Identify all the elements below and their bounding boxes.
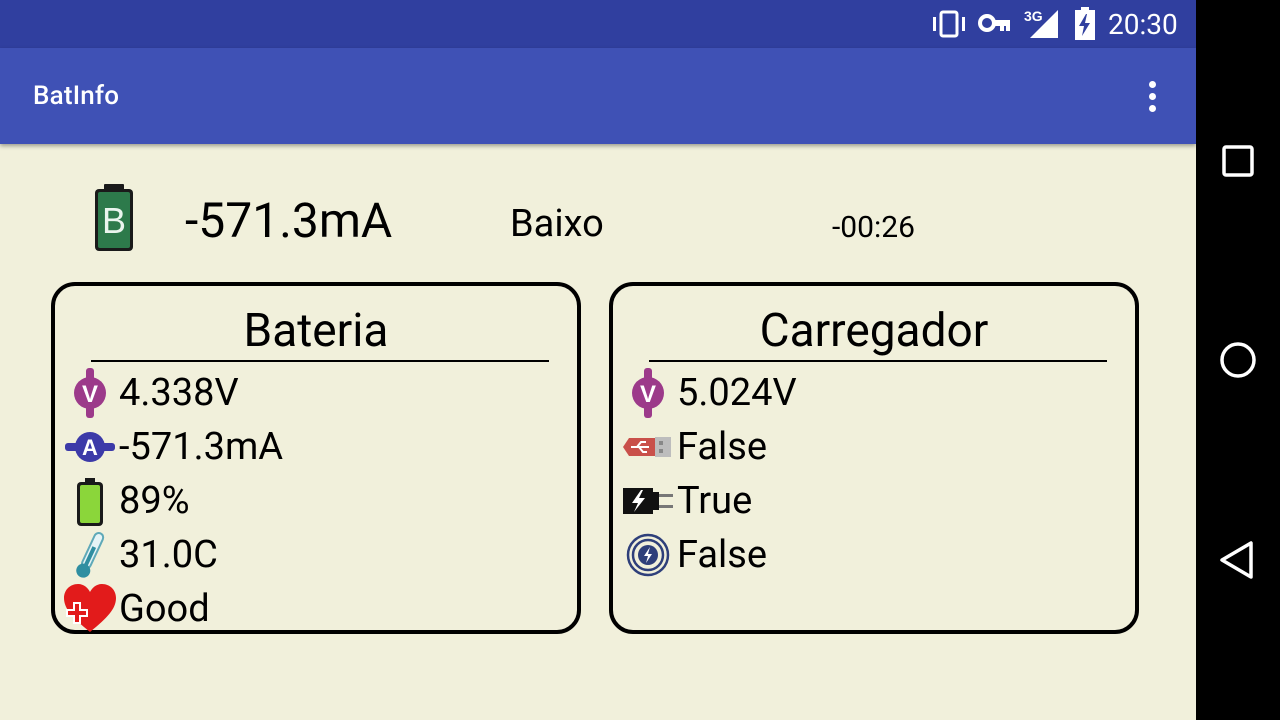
divider xyxy=(91,360,549,362)
more-vert-icon[interactable] xyxy=(1132,72,1172,120)
charger-usb-row: False xyxy=(621,420,1121,474)
battery-health-row: Good xyxy=(63,582,563,636)
divider xyxy=(649,360,1107,362)
voltage-icon: V xyxy=(74,368,106,418)
vpn-key-icon xyxy=(978,14,1010,32)
recents-icon[interactable] xyxy=(1196,120,1280,200)
voltage-icon: V xyxy=(632,368,664,418)
battery-b-icon: B xyxy=(95,184,133,251)
app-title: BatInfo xyxy=(33,81,120,111)
svg-text:V: V xyxy=(640,381,656,408)
charger-usb: False xyxy=(677,425,768,469)
vibrate-icon xyxy=(933,10,965,38)
health-heart-icon xyxy=(64,584,116,632)
wireless-charging-icon xyxy=(626,533,670,577)
thermometer-icon xyxy=(76,532,105,578)
battery-voltage-row: V 4.338V xyxy=(63,366,563,420)
ampere-icon: A xyxy=(65,432,115,462)
summary-current: -571.3mA xyxy=(185,192,393,249)
status-bar: 3G 20:30 xyxy=(0,0,1196,48)
battery-level-icon xyxy=(77,478,103,526)
battery-temperature: 31.0C xyxy=(119,533,218,577)
app-screen: 3G 20:30 BatInfo B -571.3mA Baixo -00:26 xyxy=(0,0,1196,720)
battery-current-row: A -571.3mA xyxy=(63,420,563,474)
charger-wireless: False xyxy=(677,533,768,577)
app-bar: BatInfo xyxy=(0,48,1196,144)
charger-wireless-row: False xyxy=(621,528,1121,582)
charger-voltage-row: V 5.024V xyxy=(621,366,1121,420)
battery-voltage: 4.338V xyxy=(119,371,239,415)
battery-percent-row: 89% xyxy=(63,474,563,528)
svg-text:B: B xyxy=(102,200,126,241)
summary-level: Baixo xyxy=(510,202,604,246)
svg-text:V: V xyxy=(82,381,98,408)
battery-card-title: Bateria xyxy=(243,304,389,358)
battery-temperature-row: 31.0C xyxy=(63,528,563,582)
battery-health: Good xyxy=(119,587,210,631)
summary-row: B -571.3mA Baixo -00:26 xyxy=(0,144,1196,284)
battery-card: Bateria V 4.338V A -571.3mA 89% 31.0C Go… xyxy=(51,282,581,634)
charger-ac: True xyxy=(677,479,753,523)
navigation-bar xyxy=(1196,0,1280,720)
battery-current: -571.3mA xyxy=(119,425,284,469)
usb-icon xyxy=(623,437,671,457)
charger-ac-row: True xyxy=(621,474,1121,528)
ac-plug-icon xyxy=(623,488,673,514)
summary-time: -00:26 xyxy=(832,210,915,245)
home-icon[interactable] xyxy=(1196,320,1280,400)
charger-card: Carregador V 5.024V False True False xyxy=(609,282,1139,634)
svg-text:A: A xyxy=(82,435,98,460)
battery-percent: 89% xyxy=(119,479,190,523)
charger-voltage: 5.024V xyxy=(677,371,797,415)
charger-card-title: Carregador xyxy=(759,304,989,358)
battery-charging-icon xyxy=(1075,7,1095,40)
back-icon[interactable] xyxy=(1196,520,1280,600)
status-time: 20:30 xyxy=(1108,8,1178,41)
signal-3g-icon: 3G xyxy=(1024,8,1058,38)
svg-text:3G: 3G xyxy=(1024,8,1043,24)
